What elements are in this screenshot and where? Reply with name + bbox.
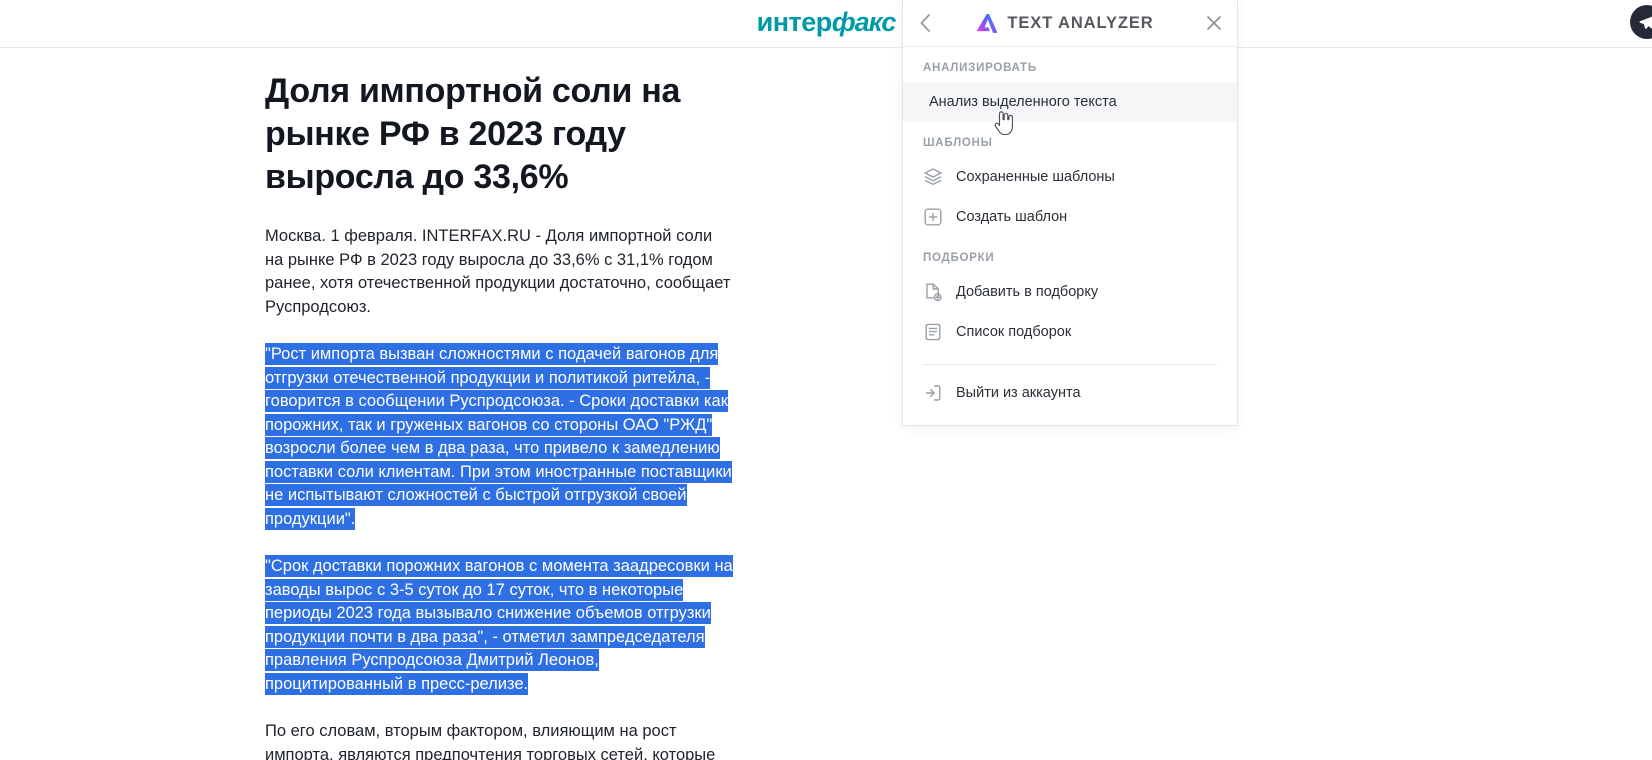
layers-icon — [923, 167, 943, 187]
interfax-logo-part2: факс — [831, 7, 897, 37]
panel-menu-item-label: Создать шаблон — [956, 209, 1068, 225]
site-header: интерфакс — [0, 0, 1652, 48]
browser-page: интерфакс Доля импортной соли на рынке Р… — [0, 0, 1652, 760]
panel-divider — [923, 364, 1217, 365]
text-selection-highlight: "Рост импорта вызван сложностями с подач… — [265, 343, 732, 530]
article-paragraph-selected: "Срок доставки порожних вагонов с момент… — [265, 555, 735, 696]
panel-menu-item-label: Добавить в подборку — [956, 284, 1099, 300]
panel-section-label: ПОДБОРКИ — [923, 252, 995, 264]
logout-menu-item[interactable]: Выйти из аккаунта — [903, 373, 1237, 413]
panel-menu-item-label: Анализ выделенного текста — [929, 94, 1117, 110]
logout-menu-item-label: Выйти из аккаунта — [956, 385, 1081, 401]
panel-menu-item-label: Список подборок — [956, 324, 1072, 340]
article-paragraph-selected: "Рост импорта вызван сложностями с подач… — [265, 343, 735, 531]
panel-title: TEXT ANALYZER — [1007, 13, 1154, 32]
article-body: Доля импортной соли на рынке РФ в 2023 г… — [0, 48, 735, 760]
logout-icon — [923, 383, 943, 403]
panel-header: TEXT ANALYZER — [903, 0, 1237, 47]
panel-menu-item[interactable]: Сохраненные шаблоны — [903, 157, 1237, 197]
panel-title-group: TEXT ANALYZER — [939, 13, 1191, 34]
article-site: интерфакс Доля импортной соли на рынке Р… — [0, 0, 1652, 760]
panel-section-label: АНАЛИЗИРОВАТЬ — [923, 62, 1037, 74]
panel-menu-item[interactable]: Создать шаблон — [903, 197, 1237, 237]
panel-section-label: ШАБЛОНЫ — [923, 137, 993, 149]
text-analyzer-panel: TEXT ANALYZER АНАЛИЗИРОВАТЬ Анализ выделе… — [902, 0, 1238, 426]
panel-menu-item-label: Сохраненные шаблоны — [956, 169, 1115, 185]
page-title: Доля импортной соли на рынке РФ в 2023 г… — [265, 72, 681, 196]
text-analyzer-logo-icon — [977, 13, 998, 33]
panel-menu-item[interactable]: Добавить в подборку — [903, 272, 1237, 312]
list-document-icon — [923, 322, 943, 342]
panel-menu: АНАЛИЗИРОВАТЬ Анализ выделенного текста ША… — [903, 47, 1237, 425]
plus-square-icon — [923, 207, 943, 227]
interfax-logo[interactable]: интерфакс — [756, 5, 897, 39]
panel-menu-item[interactable]: Анализ выделенного текста — [903, 82, 1237, 122]
telegram-icon[interactable] — [1630, 5, 1652, 39]
panel-menu-item[interactable]: Список подборок — [903, 312, 1237, 352]
article-paragraph: Москва. 1 февраля. INTERFAX.RU - Доля им… — [265, 227, 731, 316]
close-icon[interactable] — [1191, 0, 1237, 46]
article-paragraph: По его словам, вторым фактором, влияющим… — [265, 722, 716, 760]
text-selection-highlight: "Срок доставки порожних вагонов с момент… — [265, 555, 733, 695]
interfax-logo-part1: интер — [756, 7, 833, 37]
file-plus-icon — [923, 282, 943, 302]
article-paragraph-list: Москва. 1 февраля. INTERFAX.RU - Доля им… — [265, 225, 735, 760]
